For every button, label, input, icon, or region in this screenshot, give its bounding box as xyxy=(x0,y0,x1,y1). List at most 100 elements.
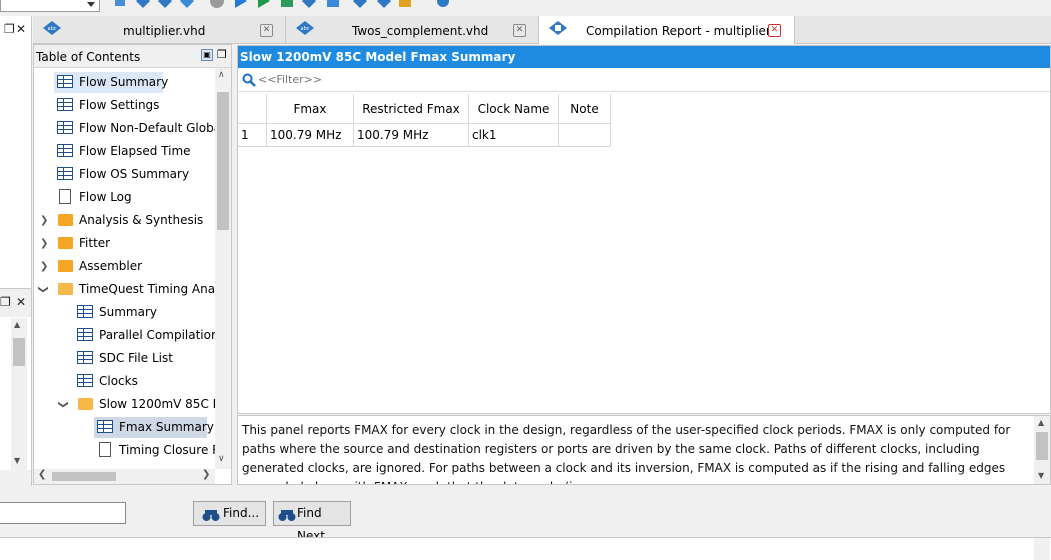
analysis-icon[interactable] xyxy=(136,0,150,8)
tasks-scrollbar[interactable]: ▲ ▼ xyxy=(11,318,27,470)
toc-item-flow-os-summary[interactable]: Flow OS Summary xyxy=(54,164,216,185)
filter-input[interactable] xyxy=(258,71,1038,87)
start-analysis-icon[interactable] xyxy=(256,0,270,8)
folder-open-icon xyxy=(58,283,73,295)
timing-icon[interactable] xyxy=(280,0,294,8)
column-header-index[interactable] xyxy=(238,94,267,124)
toc-item-label: Analysis & Synthesis xyxy=(79,213,204,227)
synthesis-icon[interactable] xyxy=(158,0,172,8)
description-scrollbar[interactable]: ▲ ▼ xyxy=(1034,416,1050,484)
restore-icon[interactable]: ❐ xyxy=(217,48,227,61)
chevron-right-icon[interactable]: ❯ xyxy=(40,233,48,254)
tab-multiplier-vhd[interactable]: abc multiplier.vhd ✕ xyxy=(33,16,286,43)
scroll-thumb[interactable] xyxy=(1036,432,1048,460)
toc-item-label: Slow 1200mV 85C Mo xyxy=(99,397,216,411)
tab-close-icon[interactable]: ✕ xyxy=(260,24,273,37)
column-header-note[interactable]: Note xyxy=(558,94,611,124)
chevron-down-icon[interactable]: ❯ xyxy=(56,400,74,408)
table-row[interactable]: 1 100.79 MHz 100.79 MHz clk1 xyxy=(238,123,611,147)
toc-item-label: Flow Settings xyxy=(79,98,160,112)
description-text: This panel reports FMAX for every clock … xyxy=(242,423,1011,484)
toc-item-flow-elapsed-time[interactable]: Flow Elapsed Time xyxy=(54,141,216,162)
tab-label: multiplier.vhd xyxy=(123,24,206,38)
toc-item-fitter[interactable]: ❯ Fitter xyxy=(38,233,216,254)
chip-planner-icon[interactable] xyxy=(398,0,412,8)
toc-item-analysis-synthesis[interactable]: ❯ Analysis & Synthesis xyxy=(38,210,216,231)
compile-icon[interactable] xyxy=(113,0,127,8)
close-icon[interactable]: ✕ xyxy=(16,295,26,309)
toc-horizontal-scrollbar[interactable]: ❮ ❯ xyxy=(34,469,215,484)
toolbar-dropdown[interactable] xyxy=(0,0,100,12)
column-header-fmax[interactable]: Fmax xyxy=(266,94,354,124)
stop-icon[interactable] xyxy=(210,0,224,8)
table-of-contents-panel: Table of Contents ▣ ❐ Flow Summary Flow … xyxy=(33,44,232,485)
chevron-right-icon[interactable]: ❯ xyxy=(40,210,48,231)
folder-icon xyxy=(58,237,73,249)
tab-compilation-report[interactable]: Compilation Report - multiplier ✕ xyxy=(539,16,795,44)
toc-title: Table of Contents xyxy=(36,50,141,64)
scroll-thumb[interactable] xyxy=(52,472,116,481)
toc-item-timing-closure[interactable]: Timing Closure Re xyxy=(94,440,216,461)
find-button[interactable]: Find... xyxy=(193,501,266,526)
tab-close-icon[interactable]: ✕ xyxy=(768,24,781,37)
scroll-down-icon[interactable]: ∨ xyxy=(218,454,225,464)
scroll-up-icon[interactable]: ∧ xyxy=(218,70,225,80)
toc-item-summary[interactable]: Summary xyxy=(74,302,216,323)
tab-close-icon[interactable]: ✕ xyxy=(513,24,526,37)
column-header-clock-name[interactable]: Clock Name xyxy=(468,94,559,124)
scroll-up-icon[interactable]: ▲ xyxy=(14,320,20,329)
svg-text:abc: abc xyxy=(301,26,310,32)
scroll-thumb[interactable] xyxy=(217,92,229,230)
toc-item-parallel-compilation[interactable]: Parallel Compilation xyxy=(74,325,219,346)
scroll-thumb[interactable] xyxy=(13,338,25,366)
toc-item-flow-log[interactable]: Flow Log xyxy=(54,187,216,208)
scroll-right-icon[interactable]: ❯ xyxy=(202,469,210,480)
programmer-icon[interactable] xyxy=(436,0,450,8)
scroll-up-icon[interactable]: ▲ xyxy=(1038,418,1044,427)
close-icon[interactable]: ✕ xyxy=(16,22,26,36)
scroll-left-icon[interactable]: ❮ xyxy=(38,469,46,480)
toc-item-flow-non-default[interactable]: Flow Non-Default Global S xyxy=(54,118,216,139)
toc-item-fmax-summary[interactable]: Fmax Summary xyxy=(94,417,214,438)
chevron-down-icon[interactable]: ❯ xyxy=(38,285,54,293)
pin-planner-icon[interactable] xyxy=(377,0,391,8)
table-icon xyxy=(57,98,73,111)
toc-item-sdc-file-list[interactable]: SDC File List xyxy=(74,348,216,369)
vhdl-file-icon: abc xyxy=(296,21,314,35)
hscroll-stub[interactable] xyxy=(0,470,31,486)
toc-item-label: Flow Summary xyxy=(79,75,169,89)
restore-icon[interactable]: ❐ xyxy=(0,295,11,309)
toc-item-label: Flow Non-Default Global S xyxy=(79,121,216,135)
assignment-icon[interactable] xyxy=(353,0,367,8)
messages-scrollbar[interactable] xyxy=(1034,538,1050,560)
toc-item-timequest[interactable]: ❯ TimeQuest Timing Analyz xyxy=(38,279,216,300)
rtl-viewer-icon[interactable] xyxy=(302,0,316,8)
find-next-button[interactable]: Find Next xyxy=(273,501,351,543)
fitter-icon[interactable] xyxy=(180,0,194,8)
restore-icon[interactable]: ❐ xyxy=(4,22,15,36)
report-panel: Slow 1200mV 85C Model Fmax Summary Fmax … xyxy=(237,45,1051,414)
toc-vertical-scrollbar[interactable]: ∧ ∨ xyxy=(215,68,231,469)
scroll-down-icon[interactable]: ▼ xyxy=(1038,471,1044,480)
table-icon xyxy=(77,328,93,341)
fmax-summary-table: Fmax Restricted Fmax Clock Name Note 1 1… xyxy=(238,94,611,147)
pin-icon[interactable]: ▣ xyxy=(201,49,213,61)
toc-item-assembler[interactable]: ❯ Assembler xyxy=(38,256,216,277)
column-header-restricted-fmax[interactable]: Restricted Fmax xyxy=(353,94,469,124)
find-input[interactable] xyxy=(0,502,126,524)
chevron-right-icon[interactable]: ❯ xyxy=(40,256,48,277)
scroll-down-icon[interactable]: ▼ xyxy=(14,456,20,465)
toc-item-flow-summary[interactable]: Flow Summary xyxy=(54,72,168,93)
project-navigator-stub: ❐ ✕ ❐ ✕ ▲ ▼ xyxy=(0,16,32,486)
start-compilation-icon[interactable] xyxy=(233,0,247,8)
tab-label: Twos_complement.vhd xyxy=(352,24,489,38)
toc-item-label: Assembler xyxy=(79,259,143,273)
toc-item-slow-1200mv[interactable]: ❯ Slow 1200mV 85C Mo xyxy=(56,394,216,415)
tab-twos-complement-vhd[interactable]: abc Twos_complement.vhd ✕ xyxy=(286,16,539,43)
toc-item-clocks[interactable]: Clocks xyxy=(74,371,216,392)
document-icon xyxy=(59,189,71,204)
cell-restricted-fmax: 100.79 MHz xyxy=(353,123,469,147)
netlist-icon[interactable] xyxy=(326,0,340,8)
toc-item-flow-settings[interactable]: Flow Settings xyxy=(54,95,216,116)
toc-item-label: Flow Log xyxy=(79,190,132,204)
